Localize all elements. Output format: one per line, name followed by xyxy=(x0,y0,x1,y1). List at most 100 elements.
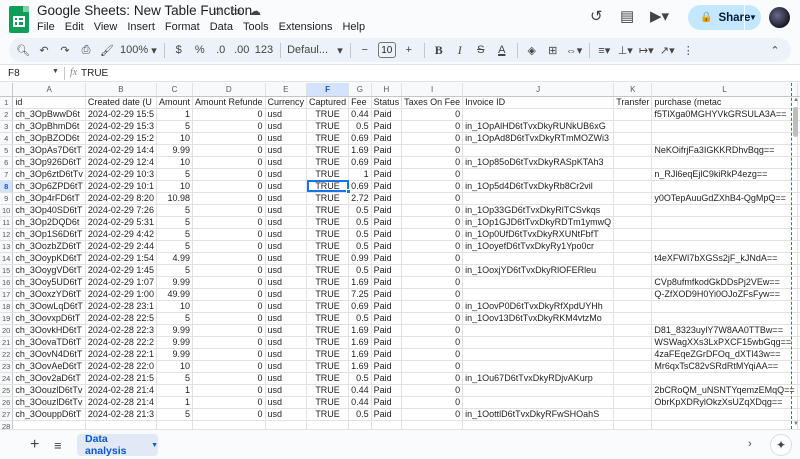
increase-font-size-button[interactable]: + xyxy=(401,40,417,60)
cell[interactable]: ch_3OouzlD6tTv xyxy=(12,396,86,409)
cell[interactable]: usd xyxy=(265,288,308,301)
cell[interactable]: 2024-02-29 12:4 xyxy=(85,156,157,169)
cell[interactable]: 0 xyxy=(401,276,464,289)
column-header-f[interactable]: F xyxy=(306,83,350,97)
cell[interactable]: 0.5 xyxy=(348,240,372,253)
cell[interactable] xyxy=(651,240,798,253)
cell[interactable]: 2024-02-28 21:4 xyxy=(85,384,157,397)
cell[interactable] xyxy=(613,264,653,277)
cell[interactable]: Paid xyxy=(371,372,403,385)
cell[interactable] xyxy=(613,240,653,253)
cell[interactable]: 5 xyxy=(156,408,193,421)
vertical-scrollbar[interactable]: ▲ ▼ xyxy=(792,97,800,427)
cell[interactable]: 0 xyxy=(401,168,464,181)
cell[interactable] xyxy=(613,120,653,133)
cell[interactable]: 0 xyxy=(192,276,266,289)
cell[interactable] xyxy=(462,420,615,429)
cell[interactable]: usd xyxy=(265,276,308,289)
cell[interactable]: 1 xyxy=(156,396,193,409)
cell[interactable]: ch_3Op1S6D6tT xyxy=(12,228,86,241)
cell[interactable]: usd xyxy=(265,120,308,133)
cell[interactable]: 2024-02-29 10:3 xyxy=(85,168,157,181)
menu-extensions[interactable]: Extensions xyxy=(279,21,333,33)
cell[interactable]: ch_3OowLqD6tT xyxy=(12,300,86,313)
cell[interactable]: 0 xyxy=(401,336,464,349)
cell[interactable]: in_1OottlD6tTvxDkyRFwSHOahS xyxy=(462,408,615,421)
borders-icon[interactable]: ⊞ xyxy=(545,40,561,60)
cell[interactable]: 0 xyxy=(401,216,464,229)
cell[interactable]: usd xyxy=(265,168,308,181)
cell[interactable]: Paid xyxy=(371,132,403,145)
cell[interactable] xyxy=(462,288,615,301)
row-header[interactable]: 19 xyxy=(0,312,14,325)
cell[interactable]: 2024-02-29 2:44 xyxy=(85,240,157,253)
cell[interactable]: 10 xyxy=(156,180,193,193)
cell[interactable]: 5 xyxy=(156,204,193,217)
cell[interactable]: 0 xyxy=(192,132,266,145)
cell[interactable] xyxy=(613,156,653,169)
bold-button[interactable]: B xyxy=(431,40,447,60)
cell[interactable]: 1.69 xyxy=(348,324,372,337)
cell[interactable] xyxy=(613,204,653,217)
cell[interactable] xyxy=(462,252,615,265)
cell[interactable]: 9.99 xyxy=(156,324,193,337)
cell[interactable] xyxy=(462,276,615,289)
cell[interactable]: 2024-02-28 21:5 xyxy=(85,372,157,385)
cell[interactable]: 2024-02-29 15:2 xyxy=(85,132,157,145)
cell[interactable] xyxy=(651,264,798,277)
cell[interactable]: ch_3OovN4D6tT xyxy=(12,348,86,361)
cell[interactable]: Paid xyxy=(371,252,403,265)
row-header[interactable]: 17 xyxy=(0,288,14,301)
cell[interactable]: Paid xyxy=(371,288,403,301)
cell[interactable]: 2024-02-29 10:1 xyxy=(85,180,157,193)
cell[interactable]: 2024-02-29 1:45 xyxy=(85,264,157,277)
cell[interactable]: TRUE xyxy=(306,168,350,181)
cell[interactable] xyxy=(192,420,266,429)
cell[interactable]: Paid xyxy=(371,120,403,133)
cell[interactable]: Paid xyxy=(371,360,403,373)
cell[interactable]: usd xyxy=(265,144,308,157)
cell[interactable]: 0.5 xyxy=(348,204,372,217)
cell[interactable]: 0 xyxy=(401,360,464,373)
cell[interactable] xyxy=(613,216,653,229)
cell[interactable]: 10 xyxy=(156,300,193,313)
cell[interactable]: ch_3Op926D6tT xyxy=(12,156,86,169)
cell[interactable]: usd xyxy=(265,132,308,145)
font-size-input[interactable]: 10 xyxy=(377,42,396,58)
cell[interactable]: 2024-02-29 15:5 xyxy=(85,108,157,121)
cell[interactable]: TRUE xyxy=(306,144,350,157)
cell[interactable]: n_RJl6eqEjlC9kiRkP4ezg== xyxy=(651,168,798,181)
cell[interactable]: in_1OovP0D6tTvxDkyRfXpdUYHh xyxy=(462,300,615,313)
undo-icon[interactable]: ↶ xyxy=(36,40,52,60)
cell[interactable]: ch_3OovxpD6tT xyxy=(12,312,86,325)
column-header-d[interactable]: D xyxy=(192,83,266,97)
cell[interactable]: 0 xyxy=(401,120,464,133)
cell[interactable]: 1 xyxy=(156,108,193,121)
cell[interactable]: 0 xyxy=(192,300,266,313)
search-menus-icon[interactable]: 🔍︎ xyxy=(15,40,31,60)
cell[interactable]: usd xyxy=(265,108,308,121)
menu-tools[interactable]: Tools xyxy=(243,21,269,33)
cell[interactable] xyxy=(613,312,653,325)
cell[interactable]: TRUE xyxy=(306,348,350,361)
column-title-cell[interactable]: Created date (U xyxy=(85,96,157,109)
cell[interactable]: 0.5 xyxy=(348,372,372,385)
cell[interactable]: 0 xyxy=(401,132,464,145)
cell[interactable] xyxy=(651,372,798,385)
column-header-l[interactable]: L xyxy=(651,83,798,97)
cell[interactable]: 0 xyxy=(401,252,464,265)
cell[interactable]: 0 xyxy=(401,288,464,301)
cell[interactable]: TRUE xyxy=(306,396,350,409)
cell[interactable]: Paid xyxy=(371,324,403,337)
cell[interactable]: ch_3OpBwwD6t xyxy=(12,108,86,121)
row-header[interactable]: 10 xyxy=(0,204,14,217)
cell[interactable]: Paid xyxy=(371,264,403,277)
cell[interactable] xyxy=(265,420,308,429)
cell[interactable]: 2.72 xyxy=(348,192,372,205)
cell[interactable]: ch_3Op6ztD6tTv xyxy=(12,168,86,181)
column-header-i[interactable]: I xyxy=(401,83,464,97)
cell[interactable]: Paid xyxy=(371,108,403,121)
column-header-j[interactable]: J xyxy=(462,83,615,97)
cell[interactable]: 0 xyxy=(192,228,266,241)
cell[interactable]: 0 xyxy=(401,300,464,313)
